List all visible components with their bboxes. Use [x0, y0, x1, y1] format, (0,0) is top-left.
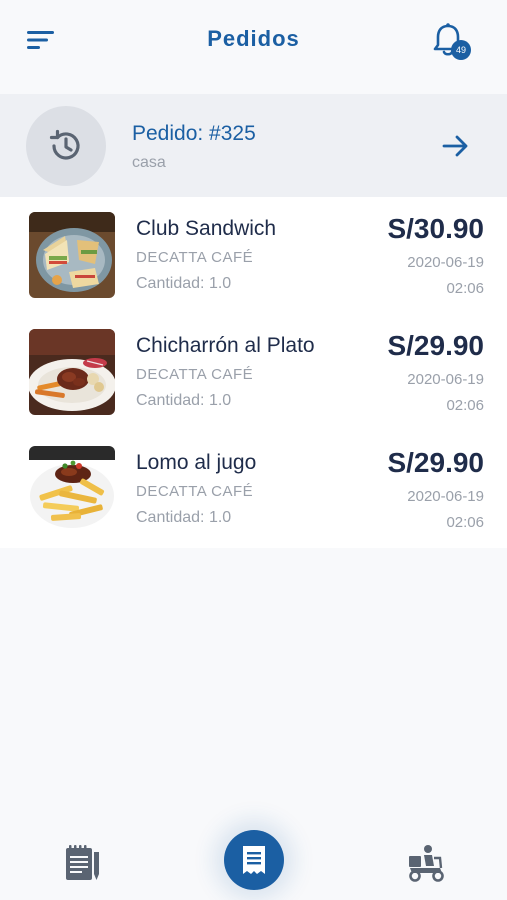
- item-quantity: Cantidad: 1.0: [136, 509, 232, 526]
- item-price: S/30.90: [387, 213, 484, 244]
- lomo-fries-photo: [29, 446, 115, 532]
- bottom-navigation: [0, 820, 507, 900]
- item-name: Chicharrón al Plato: [136, 334, 315, 357]
- item-date: 2020-06-19: [407, 488, 484, 505]
- arrow-right-icon[interactable]: [440, 132, 472, 160]
- item-quantity: Cantidad: 1.0: [136, 275, 232, 292]
- item-price: S/29.90: [387, 447, 484, 478]
- list-item[interactable]: Chicharrón al Plato DECATTA CAFÉ Cantida…: [0, 314, 507, 431]
- delivery-scooter-icon[interactable]: [406, 844, 446, 882]
- item-price: S/29.90: [387, 330, 484, 361]
- order-location: casa: [132, 154, 166, 171]
- item-store: DECATTA CAFÉ: [136, 483, 254, 500]
- item-time: 02:06: [446, 514, 484, 531]
- orders-tab-button[interactable]: [224, 830, 284, 890]
- top-bar: Pedidos 49: [0, 0, 507, 94]
- order-items-list: Club Sandwich DECATTA CAFÉ Cantidad: 1.0…: [0, 197, 507, 548]
- item-name: Club Sandwich: [136, 217, 277, 240]
- order-summary-card[interactable]: Pedido: #325 casa: [0, 94, 507, 197]
- notifications-button[interactable]: 49: [432, 22, 476, 62]
- item-time: 02:06: [446, 280, 484, 297]
- item-store: DECATTA CAFÉ: [136, 366, 254, 383]
- receipt-icon: [243, 846, 265, 874]
- item-store: DECATTA CAFÉ: [136, 249, 254, 266]
- history-clock-icon: [49, 129, 80, 160]
- chicharron-plate-photo: [29, 329, 115, 415]
- item-quantity: Cantidad: 1.0: [136, 392, 232, 409]
- order-status-avatar: [26, 106, 106, 186]
- page-title: Pedidos: [207, 26, 300, 51]
- app-screen: Pedidos 49 Pedido: #325 casa Club Sandwi…: [0, 0, 507, 900]
- order-number: Pedido: #325: [132, 122, 256, 145]
- item-date: 2020-06-19: [407, 254, 484, 271]
- club-sandwich-photo: [29, 212, 115, 298]
- notification-count-badge: 49: [451, 40, 471, 60]
- list-item[interactable]: Club Sandwich DECATTA CAFÉ Cantidad: 1.0…: [0, 197, 507, 314]
- item-time: 02:06: [446, 397, 484, 414]
- item-date: 2020-06-19: [407, 371, 484, 388]
- menu-notepad-icon[interactable]: [63, 842, 103, 882]
- item-name: Lomo al jugo: [136, 451, 257, 474]
- list-item[interactable]: Lomo al jugo DECATTA CAFÉ Cantidad: 1.0 …: [0, 431, 507, 548]
